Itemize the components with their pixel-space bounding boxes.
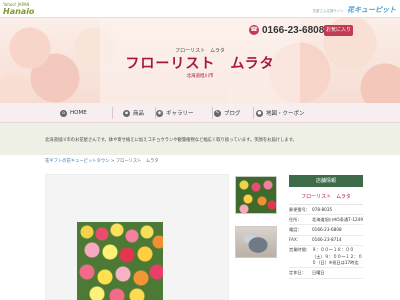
info-row-hours: 営業時間： ９：００～１８：００（土）９：００～１２：００（日）※祝日は17時迄 [289,246,363,269]
breadcrumb-home-link[interactable]: 花ギフトの花キューピットタウン [45,159,109,164]
nav-map-coupon-label: 地図・クーポン [266,111,305,117]
phone-number: 0166-23-6808 [262,24,325,36]
shop-area: 北海道旭川市 [186,74,214,79]
shop-info-title: 店舗情報 [289,175,363,187]
top-bar: Yahoo! JAPAN Hanaio 花屋さん応援サイト 花キューピット [0,0,400,18]
nav-gallery-label: ギャラリー [166,111,194,117]
camera-icon: ◉ [156,109,163,117]
info-row-postal: 郵便番号： 078-8035 [289,205,363,216]
nav-divider [253,107,254,119]
phone-icon: ☎ [249,25,259,35]
info-row-address: 住所： 北海道旭川市5条通7-1249 [289,215,363,226]
map-pin-icon: ● [256,109,263,117]
shop-info-table: 郵便番号： 078-8035 住所： 北海道旭川市5条通7-1249 電話： 0… [289,204,363,279]
info-label: 住所： [289,216,302,222]
hanaio-logo[interactable]: Yahoo! JAPAN Hanaio [3,2,43,16]
nav-blog-label: ブログ [224,111,241,117]
info-value: 0166-23-8714 [312,237,342,243]
shop-info-panel: 店舗情報 フローリスト ムラタ 郵便番号： 078-8035 住所： 北海道旭川… [289,175,363,300]
hanacupid-logo[interactable]: 花屋さん応援サイト 花キューピット [313,5,397,15]
cart-icon: ▪ [123,109,130,117]
info-label: FAX： [289,237,301,243]
intro-text: 北海道旭川市のお花屋さんです。鉢や寄せ植えに加えコチョウランや観葉植物など幅広く… [45,138,297,143]
phone-contact[interactable]: ☎ 0166-23-6808 [249,24,324,36]
main-nav: ⌂ HOME ▪ 商品 ◉ ギャラリー ✎ ブログ ● 地図・クーポン [0,103,400,123]
main-photo [77,222,163,300]
shop-info-name: フローリスト ムラタ [301,194,351,200]
shop-title[interactable]: フローリスト ムラタ [0,53,400,73]
info-value: 078-8035 [312,206,333,212]
intro-band: 北海道旭川市のお花屋さんです。鉢や寄せ植えに加えコチョウランや観葉植物など幅広く… [0,123,400,155]
nav-divider [212,107,213,119]
breadcrumb-current: フローリスト ムラタ [115,159,159,164]
nav-map-coupon[interactable]: ● 地図・クーポン [256,103,305,123]
info-value[interactable]: 0166-23-6808 [312,227,363,233]
nav-home-label: HOME [70,110,87,116]
thumbnail-flowers[interactable] [235,176,277,214]
hanacupid-tagline: 花屋さん応援サイト [312,9,345,13]
info-value: ９：００～１８：００（土）９：００～１２：００（日）※祝日は17時迄 [312,247,363,265]
info-value: 北海道旭川市5条通7-1249 [312,216,363,222]
info-value: 日曜日 [312,269,325,275]
info-label: 電話： [289,226,302,232]
favorite-button[interactable]: お気に入り [324,25,353,36]
info-row-phone: 電話： 0166-23-6808 [289,225,363,236]
nav-gallery[interactable]: ◉ ギャラリー [156,103,194,123]
nav-divider [112,107,113,119]
nav-home[interactable]: ⌂ HOME [60,103,87,123]
hero-banner: ☎ 0166-23-6808 お気に入り フローリスト ムラタ フローリスト ム… [0,18,400,103]
info-label: 郵便番号： [289,206,310,212]
logo-line2: Hanaio [3,7,35,16]
info-row-fax: FAX： 0166-23-8714 [289,236,363,246]
home-icon: ⌂ [60,109,67,117]
hanacupid-logo-text: 花キューピット [347,6,396,14]
thumbnail-second[interactable] [235,226,277,258]
info-row-holiday: 定休日： 日曜日 [289,268,363,279]
info-label: 営業時間： [289,247,310,253]
pen-icon: ✎ [214,109,221,117]
nav-blog[interactable]: ✎ ブログ [214,103,241,123]
breadcrumb: 花ギフトの花キューピットタウン > フローリスト ムラタ [45,158,159,164]
nav-products[interactable]: ▪ 商品 [123,103,144,123]
nav-products-label: 商品 [133,111,145,117]
info-label: 定休日： [289,269,306,275]
